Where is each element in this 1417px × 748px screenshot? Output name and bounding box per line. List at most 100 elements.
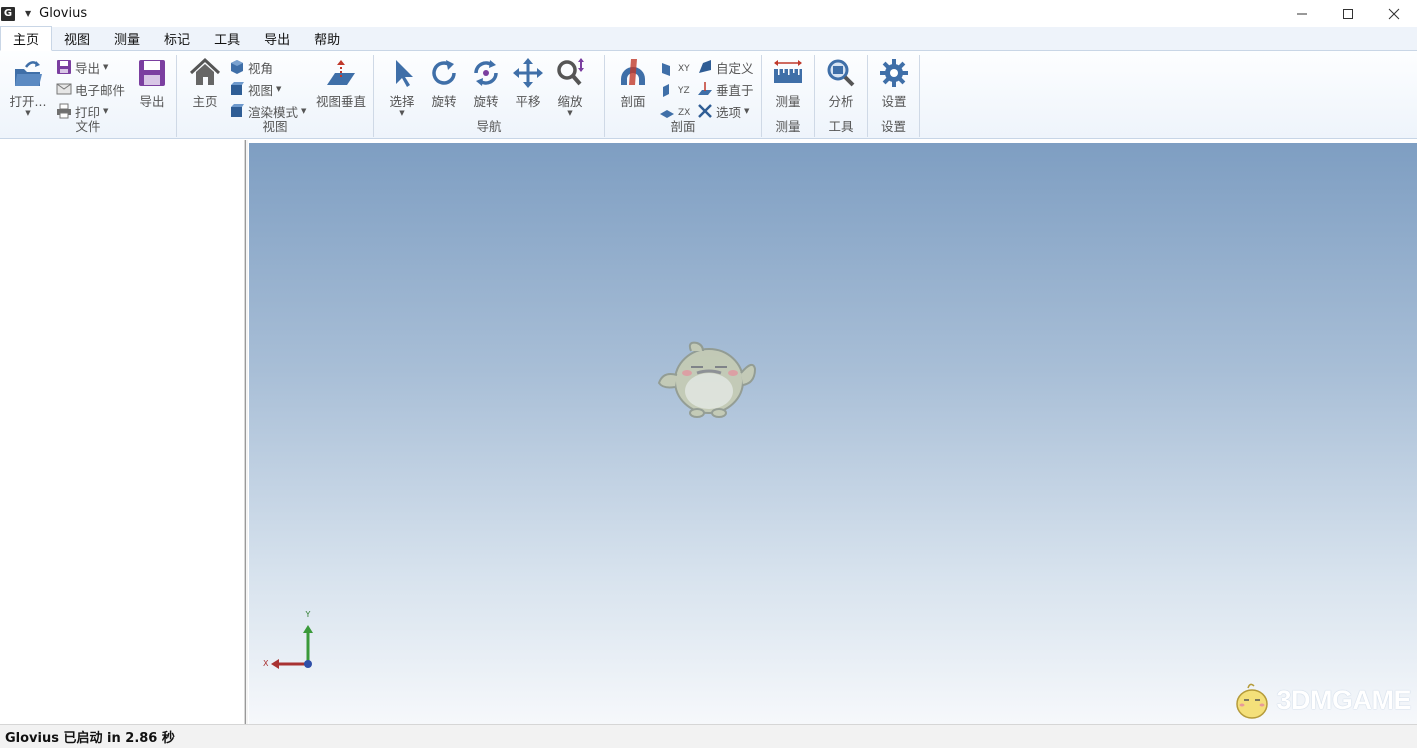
maximize-button[interactable] [1325,0,1371,27]
group-file: 打开... ▼ 导出▼ 电子邮件 打印▼ 导出 文件 [0,55,177,137]
email-icon [56,81,72,97]
y-axis-arrow-icon [303,625,313,633]
group-label-file: 文件 [0,116,176,135]
model-tree-panel[interactable] [0,140,245,724]
view-perpendicular-button[interactable]: 视图垂直 [321,57,361,110]
select-label: 选择 [389,91,414,110]
home-label: 主页 [192,91,217,110]
group-view: 主页 视角 视图▼ 渲染模式▼ 视图垂直 视图 [177,55,374,137]
zoom-button[interactable]: 缩放 ▼ [550,57,590,116]
export-small-label: 导出 [75,58,100,77]
chevron-down-icon: ▼ [103,63,108,71]
section-yz-button[interactable]: YZ [659,81,690,101]
settings-label: 设置 [881,91,906,110]
perpendicular-plane-icon [697,81,713,97]
close-button[interactable] [1371,0,1417,27]
home-button[interactable]: 主页 [185,57,225,110]
section-cut-icon [617,57,649,89]
tab-measure[interactable]: 测量 [102,26,152,50]
view-perpendicular-label: 视图垂直 [316,91,366,110]
group-label-section: 剖面 [605,116,761,135]
pan-button[interactable]: 平移 [508,57,548,110]
open-folder-icon [12,57,44,89]
plane-xy-icon [659,61,675,77]
rotate-label: 旋转 [431,91,456,110]
rotate-icon [428,57,460,89]
ruler-icon [772,57,804,89]
section-xy-button[interactable]: XY [659,59,690,79]
maximize-icon [1342,8,1354,20]
group-navigation: 选择 ▼ 旋转 旋转 平移 缩放 ▼ 导航 [374,55,605,137]
move-arrows-icon [512,57,544,89]
group-label-settings: 设置 [868,116,919,135]
open-label: 打开... [10,91,47,110]
group-section: 剖面 XY YZ ZX 自定义 垂直于 选项▼ 剖面 [605,55,762,137]
rotate-point-label: 旋转 [473,91,498,110]
view-dropdown-button[interactable]: 视图▼ [229,79,281,99]
window-title: Glovius [39,6,87,21]
chevron-down-icon: ▼ [103,107,108,115]
panel-splitter[interactable] [245,140,248,724]
tab-home[interactable]: 主页 [0,26,52,51]
select-button[interactable]: 选择 ▼ [382,57,422,116]
chevron-down-icon: ▼ [744,107,749,115]
save-icon [56,59,72,75]
close-icon [1388,8,1400,20]
zoom-magnifier-icon [554,57,586,89]
section-yz-label: YZ [678,86,690,96]
measure-button[interactable]: 测量 [768,57,808,110]
pan-label: 平移 [515,91,540,110]
settings-button[interactable]: 设置 [874,57,914,110]
export-button[interactable]: 导出 [132,57,172,110]
tab-tools[interactable]: 工具 [202,26,252,50]
chevron-down-icon: ▼ [301,107,306,115]
app-icon[interactable]: G [1,7,15,21]
view-label: 视图 [248,80,273,99]
plane-yz-icon [659,83,675,99]
zoom-label: 缩放 [557,91,582,110]
rotate-point-button[interactable]: 旋转 [466,57,506,110]
watermark-mascot-icon [1230,678,1274,722]
quick-access-dropdown-icon[interactable]: ▼ [25,9,31,18]
x-axis-label: X [263,659,269,668]
ribbon-tabs: 主页 视图 测量 标记 工具 导出 帮助 [0,27,1417,51]
export-label: 导出 [139,91,164,110]
z-axis-point-icon [304,660,312,668]
tab-view[interactable]: 视图 [52,26,102,50]
section-custom-label: 自定义 [716,58,754,77]
chevron-down-icon: ▼ [276,85,281,93]
save-disk-icon [136,57,168,89]
plane-perpendicular-icon [325,57,357,89]
email-label: 电子邮件 [75,80,125,99]
angle-label: 视角 [248,58,273,77]
rotate-button[interactable]: 旋转 [424,57,464,110]
3d-viewport[interactable]: Y X 3DMGAME [249,143,1417,724]
angle-button[interactable]: 视角 [229,57,273,77]
gear-icon [878,57,910,89]
section-xy-label: XY [678,64,690,74]
cursor-arrow-icon [386,57,418,89]
tab-export[interactable]: 导出 [252,26,302,50]
custom-plane-icon [697,59,713,75]
rotate-point-icon [470,57,502,89]
tab-markup[interactable]: 标记 [152,26,202,50]
section-perpendicular-button[interactable]: 垂直于 [697,79,754,99]
export-small-button[interactable]: 导出▼ [56,57,108,77]
measure-label: 测量 [775,91,800,110]
ribbon: 打开... ▼ 导出▼ 电子邮件 打印▼ 导出 文件 主页 视角 [0,51,1417,139]
section-perpendicular-label: 垂直于 [716,80,754,99]
section-custom-button[interactable]: 自定义 [697,57,754,77]
status-text: Glovius 已启动 in 2.86 秒 [5,727,175,746]
group-label-view: 视图 [177,116,373,135]
open-button[interactable]: 打开... ▼ [8,57,48,116]
analyze-button[interactable]: 分析 [821,57,861,110]
minimize-button[interactable] [1279,0,1325,27]
group-measure: 测量 测量 [762,55,815,137]
section-label: 剖面 [620,91,645,110]
analyze-label: 分析 [828,91,853,110]
email-button[interactable]: 电子邮件 [56,79,125,99]
group-label-tools: 工具 [815,116,867,135]
section-button[interactable]: 剖面 [613,57,653,110]
y-axis-label: Y [305,610,311,619]
tab-help[interactable]: 帮助 [302,26,352,50]
